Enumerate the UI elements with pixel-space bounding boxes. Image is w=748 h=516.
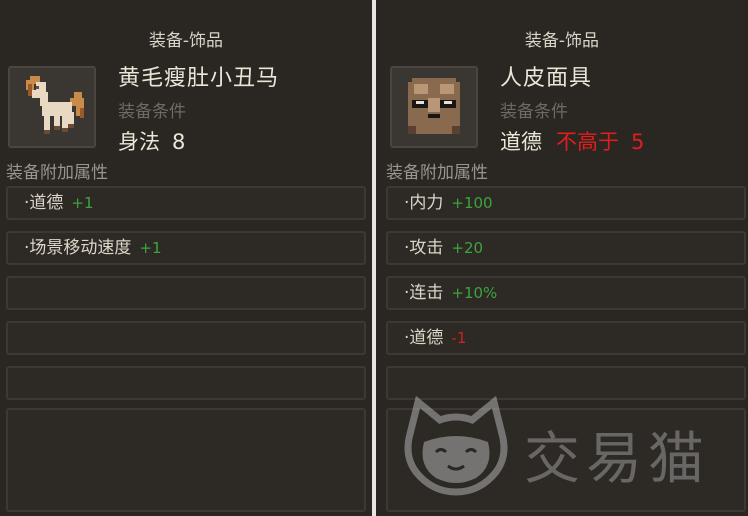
empty-attribute-slot <box>6 366 366 400</box>
attribute-slot: ·内力 +100 <box>386 186 746 220</box>
attribute-name: ·道德 <box>24 193 64 213</box>
attribute-slot: ·场景移动速度 +1 <box>6 231 366 265</box>
cat-logo-icon <box>404 396 508 496</box>
requirement-operator: 不高于 <box>556 130 619 154</box>
attribute-name: ·道德 <box>404 328 444 348</box>
attribute-bonus: -1 <box>451 329 467 347</box>
requirement-stat: 道德 <box>500 130 542 154</box>
item-tooltip-left: 装备-饰品 黄毛瘦肚小丑马 装备条件 身法 8 装备附加属性 ·道德 +1 ·场… <box>0 0 372 516</box>
requirement-stat: 身法 <box>118 130 160 154</box>
item-category-header: 装备-饰品 <box>524 31 600 51</box>
attribute-name: ·场景移动速度 <box>24 238 132 258</box>
equip-condition-label: 装备条件 <box>118 102 186 122</box>
horse-icon <box>26 76 84 134</box>
equip-requirement: 道德 不高于 5 <box>500 126 644 156</box>
attribute-name: ·连击 <box>404 283 444 303</box>
requirement-value: 5 <box>631 130 645 154</box>
attribute-bonus: +1 <box>139 239 162 257</box>
item-icon-slot[interactable] <box>390 66 478 148</box>
empty-attribute-slot <box>6 276 366 310</box>
item-name: 黄毛瘦肚小丑马 <box>118 66 280 91</box>
watermark: 交易猫 <box>396 396 736 496</box>
attribute-bonus: +20 <box>451 239 484 257</box>
item-category-header: 装备-饰品 <box>148 31 224 51</box>
attribute-bonus: +100 <box>451 194 493 212</box>
watermark-text: 交易猫 <box>524 427 710 492</box>
bonus-attributes-title: 装备附加属性 <box>386 163 488 183</box>
bonus-attributes-title: 装备附加属性 <box>6 163 108 183</box>
empty-attribute-slot <box>6 408 366 512</box>
mask-icon <box>408 78 460 134</box>
attribute-name: ·内力 <box>404 193 444 213</box>
item-icon-slot[interactable] <box>8 66 96 148</box>
empty-attribute-slot <box>386 366 746 400</box>
equip-condition-label: 装备条件 <box>500 102 568 122</box>
item-name: 人皮面具 <box>500 66 593 91</box>
attribute-slot: ·道德 -1 <box>386 321 746 355</box>
requirement-value: 8 <box>172 130 186 154</box>
attribute-name: ·攻击 <box>404 238 444 258</box>
attribute-slot: ·道德 +1 <box>6 186 366 220</box>
attribute-bonus: +10% <box>451 284 498 302</box>
equip-requirement: 身法 8 <box>118 126 185 156</box>
empty-attribute-slot <box>6 321 366 355</box>
attribute-slot: ·攻击 +20 <box>386 231 746 265</box>
attribute-bonus: +1 <box>71 194 94 212</box>
attribute-slot: ·连击 +10% <box>386 276 746 310</box>
